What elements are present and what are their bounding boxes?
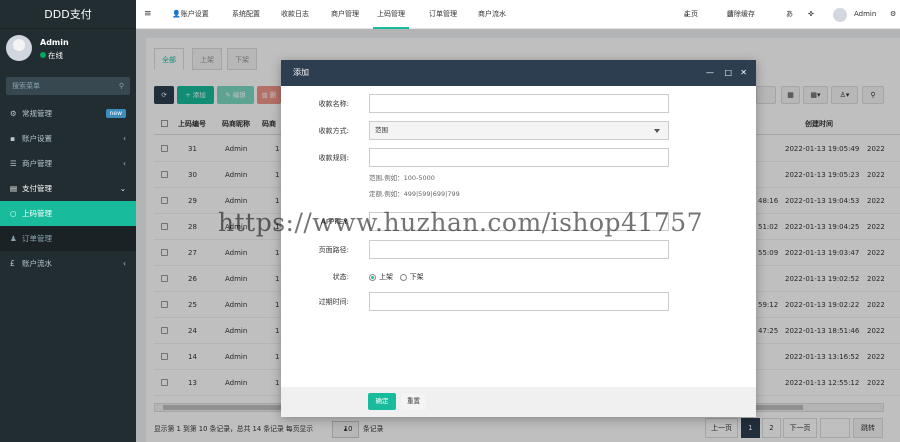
reset-button[interactable]: 重置: [401, 393, 426, 410]
app-logo[interactable]: DDD支付: [0, 0, 136, 29]
search-icon[interactable]: ⚲: [119, 77, 124, 95]
expire-input[interactable]: [369, 292, 669, 311]
users-icon: ♟: [10, 234, 17, 243]
path-label: 页面路径:: [318, 246, 349, 254]
status-label: 状态:: [332, 273, 349, 281]
sidebar: DDD支付 Admin 在线 搜索菜单 ⚲ ⚙ 常规管理 new ▪ 账户设置 ‹ ☰ 商户…: [0, 0, 136, 442]
chevron-left-icon: ‹: [123, 259, 126, 268]
method-select[interactable]: 范围: [369, 121, 669, 140]
cogs-icon: ⚙: [10, 109, 17, 118]
caret-down-icon: [654, 129, 660, 133]
method-label: 收款方式:: [318, 127, 349, 135]
sidebar-item-orders[interactable]: ♟ 订单管理: [0, 226, 136, 251]
expire-label: 过期时间:: [318, 298, 349, 306]
sidebar-search-input[interactable]: 搜索菜单 ⚲: [6, 77, 130, 95]
sidebar-item-label: 账户设置: [22, 134, 52, 143]
avatar-small[interactable]: [833, 8, 847, 22]
status-radios: 上架 下架: [369, 267, 424, 287]
radio-on-label[interactable]: 上架: [379, 273, 393, 281]
radio-off-label[interactable]: 下架: [410, 273, 424, 281]
clear-cache-label: 清除缓存: [727, 10, 755, 18]
radio-off[interactable]: [399, 273, 407, 281]
name-row: 收款名称:: [281, 94, 756, 114]
rule-input[interactable]: [369, 148, 669, 167]
rule-hint-fixed: 定额,例如：499|599|699|799: [369, 190, 460, 198]
sidebar-item-flow[interactable]: £ 账户流水 ‹: [0, 251, 136, 276]
name-label: 收款名称:: [318, 100, 349, 108]
sidebar-item-general[interactable]: ⚙ 常规管理 new: [0, 101, 136, 126]
expire-row: 过期时间:: [281, 292, 756, 312]
sidebar-item-label: 订单管理: [22, 234, 52, 243]
tab-flow[interactable]: 商户流水: [478, 0, 506, 29]
sidebar-item-label: 上码管理: [22, 209, 52, 218]
radio-on[interactable]: [369, 273, 376, 281]
name-input[interactable]: [369, 94, 669, 113]
sidebar-item-label: 商户管理: [22, 159, 52, 168]
sidebar-item-payment[interactable]: ▤ 支付管理 ⌄: [0, 176, 136, 201]
gear-icon[interactable]: ⚙: [890, 0, 896, 29]
tab-logs[interactable]: 收款日志: [281, 0, 309, 29]
chevron-down-icon: ⌄: [119, 184, 126, 193]
method-row: 收款方式: 范围: [281, 121, 756, 141]
sidebar-menu: ⚙ 常规管理 new ▪ 账户设置 ‹ ☰ 商户管理 ‹ ▤ 支付管理 ⌄ ○ 上码管理 ♟ 订单管…: [0, 101, 136, 276]
method-value: 范围: [375, 126, 388, 134]
tab-label: 账户设置: [180, 10, 209, 18]
avatar: [6, 35, 32, 61]
close-icon[interactable]: ✕: [740, 60, 747, 86]
menu-toggle-icon[interactable]: ≡: [144, 0, 152, 29]
sidebar-item-code[interactable]: ○ 上码管理: [0, 201, 136, 226]
confirm-button[interactable]: 确定: [368, 393, 396, 410]
user-status-text: 在线: [48, 51, 63, 60]
sidebar-item-account[interactable]: ▪ 账户设置 ‹: [0, 126, 136, 151]
sidebar-item-merchant[interactable]: ☰ 商户管理 ‹: [0, 151, 136, 176]
modal-title: 添加: [293, 68, 309, 77]
online-dot-icon: [40, 52, 46, 58]
language-icon[interactable]: あ: [786, 0, 793, 29]
user-status: 在线: [40, 50, 136, 61]
status-row: 状态: 上架 下架: [281, 267, 756, 287]
minimize-icon[interactable]: —: [706, 60, 714, 86]
list-icon: ☰: [10, 159, 17, 168]
rule-hint-range: 范围,例如：100-5000: [369, 174, 435, 182]
tab-orders[interactable]: 订单管理: [429, 0, 457, 29]
tab-code[interactable]: 上码管理: [373, 0, 409, 29]
user-icon: ▪: [10, 134, 16, 143]
rule-row: 收款规则:: [281, 148, 756, 168]
watermark-text: https://www.huzhan.com/ishop41757: [218, 208, 704, 237]
tab-account[interactable]: 👤 账户设置: [172, 0, 209, 29]
user-panel: Admin 在线: [0, 29, 136, 69]
sidebar-search-placeholder: 搜索菜单: [12, 82, 40, 90]
sidebar-item-label: 支付管理: [22, 184, 52, 193]
chevron-left-icon: ‹: [123, 134, 126, 143]
modal-header: 添加 — □ ✕: [281, 60, 756, 86]
admin-menu[interactable]: Admin: [854, 0, 876, 29]
rule-label: 收款规则:: [318, 154, 349, 162]
add-modal: 添加 — □ ✕ 收款名称: 收款方式: 范围 收款规则: 范围,例如：100-…: [281, 60, 756, 417]
sidebar-item-label: 常规管理: [22, 109, 52, 118]
file-icon: ▤: [10, 184, 18, 193]
modal-footer: 确定 重置: [281, 387, 756, 417]
tab-config[interactable]: 系统配置: [232, 0, 260, 29]
fullscreen-icon[interactable]: ✜: [808, 0, 814, 29]
chevron-left-icon: ‹: [123, 159, 126, 168]
home-label: 主页: [684, 10, 698, 18]
topbar: ≡ 👤 账户设置 系统配置 收款日志 商户管理 上码管理 订单管理 商户流水 ⌂…: [136, 0, 900, 29]
path-input[interactable]: [369, 240, 669, 259]
sidebar-item-label: 账户流水: [22, 259, 52, 268]
circle-icon: ○: [10, 209, 17, 218]
user-name: Admin: [40, 38, 69, 47]
maximize-icon[interactable]: □: [724, 60, 732, 86]
new-badge: new: [105, 109, 126, 118]
pound-icon: £: [10, 259, 15, 268]
tab-merchant[interactable]: 商户管理: [331, 0, 359, 29]
path-row: 页面路径:: [281, 240, 756, 260]
